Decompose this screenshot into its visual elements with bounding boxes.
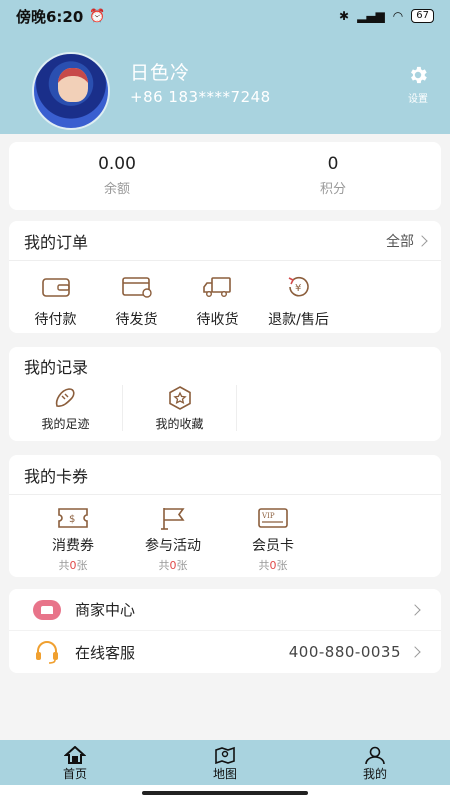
coupon-count: 共0张	[158, 559, 188, 572]
records-title: 我的记录	[24, 358, 89, 377]
points-amount: 0	[327, 154, 339, 174]
points-label: 积分	[319, 182, 346, 197]
profile-header: 日色冷 +86 183****7248 设置	[0, 32, 450, 134]
signal-icon: ▂▄▆	[357, 9, 385, 23]
order-item-label: 待付款	[34, 312, 77, 328]
balance-column[interactable]: 0.00 余额	[9, 142, 225, 210]
order-item-label: 待收货	[196, 312, 239, 328]
coupon-count: 共0张	[58, 559, 88, 572]
orders-card: 我的订单 全部 待付款 待发货 待收货 ¥ 退款/售后	[9, 221, 441, 333]
order-item-label: 待发货	[115, 312, 158, 328]
refund-icon: ¥	[288, 276, 309, 297]
svg-text:$: $	[69, 514, 75, 525]
record-favorites[interactable]: 我的收藏	[123, 385, 237, 431]
records-card: 我的记录 我的足迹 我的收藏	[9, 347, 441, 441]
order-item-label: 退款/售后	[268, 312, 329, 328]
coupon-label: 参与活动	[145, 538, 201, 554]
coupon-icon: $	[58, 508, 88, 528]
coupon-activity[interactable]: 参与活动 共0张	[123, 505, 223, 573]
alarm-icon: ⏰	[89, 8, 106, 24]
settings-button[interactable]: 设置	[400, 64, 436, 105]
chevron-right-icon	[409, 646, 421, 658]
online-support-row[interactable]: 在线客服 400-880-0035	[9, 631, 441, 673]
tab-map-label: 地图	[212, 767, 237, 781]
tab-home-label: 首页	[62, 767, 87, 781]
battery-icon: 67	[411, 9, 434, 23]
card-icon	[121, 277, 152, 298]
orders-title: 我的订单	[24, 232, 89, 252]
status-bar: 傍晚6:20 ⏰ ✱ ▂▄▆ ◠ 67	[0, 0, 450, 32]
merchant-center-row[interactable]: 商家中心	[9, 589, 441, 631]
coupons-card: 我的卡券 $ 消费券 共0张 参与活动 共0张 VIP 会员卡 共0张	[9, 455, 441, 577]
coupon-count: 共0张	[258, 559, 288, 572]
wallet-icon	[41, 278, 70, 297]
services-card: 商家中心 在线客服 400-880-0035	[9, 589, 441, 673]
svg-text:VIP: VIP	[261, 512, 275, 520]
tab-mine[interactable]: 我的	[300, 740, 450, 785]
truck-icon	[202, 277, 231, 297]
orders-all-link[interactable]: 全部	[386, 231, 428, 251]
bottom-tab-bar: 首页 地图 我的	[0, 740, 450, 785]
username: 日色冷	[130, 62, 191, 84]
records-header: 我的记录	[9, 347, 441, 385]
wifi-icon: ◠	[392, 9, 404, 23]
record-label: 我的足迹	[41, 417, 90, 431]
coupon-label: 消费券	[52, 538, 94, 554]
home-icon	[64, 746, 86, 764]
record-footprint[interactable]: 我的足迹	[9, 385, 123, 431]
vip-card-icon: VIP	[258, 508, 288, 528]
order-pending-receipt[interactable]: 待收货	[177, 273, 258, 329]
chevron-right-icon	[416, 234, 428, 247]
tab-map[interactable]: 地图	[150, 740, 300, 785]
flag-icon	[161, 508, 185, 530]
record-label: 我的收藏	[155, 417, 204, 431]
coupons-header: 我的卡券	[9, 455, 441, 495]
map-icon	[215, 746, 235, 764]
headset-icon	[36, 641, 58, 664]
online-support-label: 在线客服	[75, 643, 136, 662]
status-icons: ✱ ▂▄▆ ◠ 67	[339, 9, 434, 23]
tab-mine-label: 我的	[362, 767, 387, 781]
svg-text:¥: ¥	[295, 283, 301, 294]
coupons-title: 我的卡券	[24, 466, 89, 486]
phone-number: +86 183****7248	[130, 88, 271, 106]
user-icon	[365, 746, 385, 764]
chevron-right-icon	[409, 603, 421, 616]
footprint-icon	[55, 388, 75, 407]
shop-icon	[33, 599, 61, 620]
settings-label: 设置	[408, 94, 428, 105]
points-column[interactable]: 0 积分	[225, 142, 441, 210]
bluetooth-icon: ✱	[339, 9, 350, 23]
support-phone: 400-880-0035	[288, 643, 401, 661]
home-indicator[interactable]	[142, 791, 308, 795]
coupon-voucher[interactable]: $ 消费券 共0张	[23, 505, 123, 573]
star-icon	[168, 386, 191, 410]
orders-header: 我的订单 全部	[9, 221, 441, 261]
status-time: 傍晚6:20	[16, 7, 84, 26]
coupon-label: 会员卡	[252, 538, 294, 554]
tab-home[interactable]: 首页	[0, 740, 150, 785]
gear-icon	[411, 66, 427, 84]
coupon-membership[interactable]: VIP 会员卡 共0张	[223, 505, 323, 573]
balance-amount: 0.00	[98, 154, 136, 174]
order-pending-shipment[interactable]: 待发货	[96, 273, 177, 329]
merchant-center-label: 商家中心	[75, 601, 136, 619]
balance-label: 余额	[103, 182, 130, 197]
avatar[interactable]	[32, 52, 110, 130]
balance-card: 0.00 余额 0 积分	[9, 142, 441, 210]
order-refund[interactable]: ¥ 退款/售后	[258, 273, 339, 329]
orders-all-label: 全部	[386, 233, 414, 250]
order-pending-payment[interactable]: 待付款	[15, 273, 96, 329]
